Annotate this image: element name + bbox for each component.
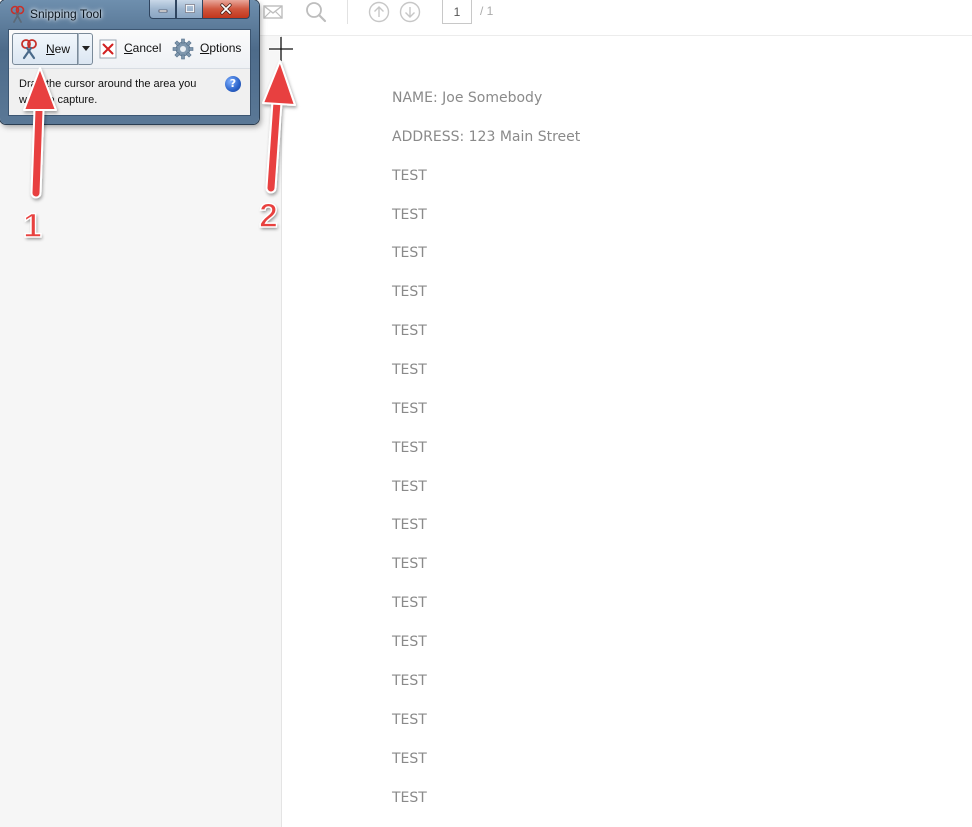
- annotation-label-1: 1: [22, 206, 42, 246]
- page-total: / 1: [480, 4, 494, 18]
- toolbar-separator: [347, 0, 348, 24]
- gear-icon: [172, 38, 194, 60]
- doc-line: TEST: [392, 207, 427, 223]
- maximize-button[interactable]: [176, 0, 203, 19]
- new-label: New: [46, 42, 71, 56]
- page-up-icon[interactable]: [367, 0, 391, 24]
- window-controls: [149, 0, 250, 19]
- window-title: Snipping Tool: [30, 7, 102, 21]
- doc-line: TEST: [392, 517, 427, 533]
- doc-line: TEST: [392, 323, 427, 339]
- minimize-icon: [158, 9, 167, 13]
- maximize-icon: [184, 4, 195, 13]
- doc-line: TEST: [392, 634, 427, 650]
- new-button[interactable]: New: [12, 33, 78, 65]
- doc-line: TEST: [392, 362, 427, 378]
- thumbnail-panel: [0, 36, 282, 827]
- doc-line: TEST: [392, 673, 427, 689]
- page-number-input[interactable]: 1: [442, 0, 472, 24]
- doc-line: TEST: [392, 479, 427, 495]
- snipping-tool-window[interactable]: Snipping Tool New Cancel Options Drag th…: [0, 0, 259, 124]
- document-page: NAME: Joe Somebody ADDRESS: 123 Main Str…: [283, 36, 972, 827]
- options-label: Options: [200, 41, 242, 55]
- doc-line: TEST: [392, 440, 427, 456]
- new-mode-dropdown[interactable]: [78, 33, 93, 65]
- search-icon[interactable]: [304, 0, 328, 24]
- help-icon[interactable]: ?: [225, 76, 241, 92]
- close-icon: [220, 3, 232, 15]
- page-down-icon[interactable]: [398, 0, 422, 24]
- close-button[interactable]: [202, 0, 250, 19]
- doc-line: TEST: [392, 245, 427, 261]
- cancel-button[interactable]: Cancel: [97, 33, 165, 65]
- snipping-tool-body: New Cancel Options Drag the cursor aroun…: [8, 29, 251, 116]
- doc-line-address: ADDRESS: 123 Main Street: [392, 129, 581, 145]
- crosshair-cursor-icon: [269, 37, 293, 61]
- cancel-label: Cancel: [124, 41, 162, 55]
- doc-line: TEST: [392, 401, 427, 417]
- doc-line: TEST: [392, 284, 427, 300]
- mail-icon[interactable]: [262, 0, 284, 24]
- doc-line: TEST: [392, 751, 427, 767]
- doc-line: TEST: [392, 790, 427, 806]
- instruction-text: Drag the cursor around the area you want…: [19, 78, 197, 106]
- scissors-icon: [10, 5, 25, 23]
- doc-line-name: NAME: Joe Somebody: [392, 90, 543, 106]
- new-snip-icon: [21, 39, 37, 60]
- chevron-down-icon: [82, 46, 90, 51]
- options-button[interactable]: Options: [172, 33, 248, 65]
- minimize-button[interactable]: [149, 0, 176, 19]
- doc-line: TEST: [392, 556, 427, 572]
- snipping-toolbar: New Cancel Options: [9, 30, 250, 69]
- screen: 1 / 1 NAME: Joe Somebody ADDRESS: 123 Ma…: [0, 0, 972, 827]
- doc-line: TEST: [392, 595, 427, 611]
- cancel-icon: [99, 39, 117, 59]
- doc-line: TEST: [392, 168, 427, 184]
- annotation-label-2: 2: [258, 196, 278, 236]
- doc-line: TEST: [392, 712, 427, 728]
